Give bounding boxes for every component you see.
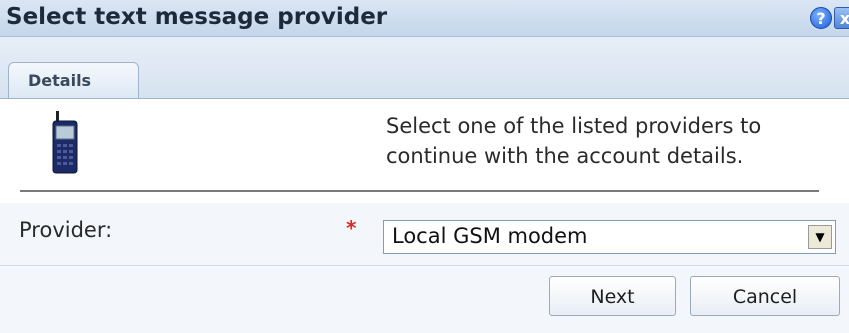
mobile-phone-icon <box>52 111 78 174</box>
title-bar: Select text message provider ? x <box>0 0 849 37</box>
dialog-title: Select text message provider <box>6 4 388 30</box>
row-separator <box>0 265 849 266</box>
provider-select[interactable]: Local GSM modem ▼ <box>383 220 836 254</box>
details-panel: Select one of the listed providers to co… <box>0 99 849 333</box>
tab-strip: Details <box>0 37 849 99</box>
cancel-button[interactable]: Cancel <box>690 276 840 316</box>
close-icon[interactable]: x <box>834 7 849 29</box>
provider-select-value: Local GSM modem <box>392 224 588 248</box>
tab-details-label: Details <box>28 71 92 90</box>
next-button[interactable]: Next <box>549 276 676 316</box>
section-divider <box>20 190 819 192</box>
intro-text: Select one of the listed providers to co… <box>386 114 762 168</box>
chevron-down-icon[interactable]: ▼ <box>808 225 832 249</box>
required-mark: * <box>346 216 357 240</box>
provider-label: Provider: <box>19 218 113 242</box>
provider-dialog: Select text message provider ? x Details… <box>0 0 849 333</box>
help-icon[interactable]: ? <box>810 7 832 29</box>
tab-details[interactable]: Details <box>8 62 139 98</box>
